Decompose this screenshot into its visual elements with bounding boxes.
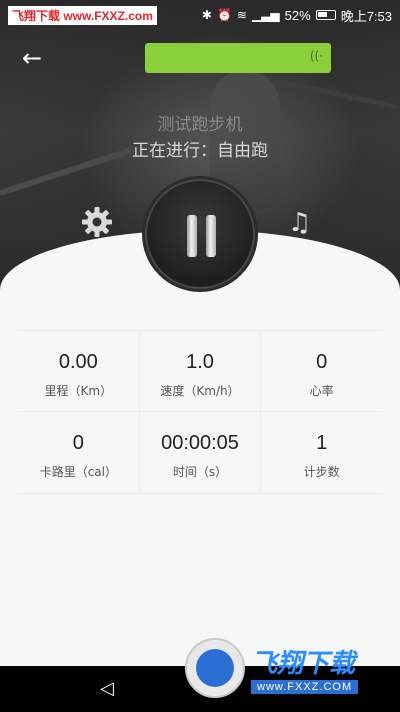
music-button[interactable]: ♫ (288, 208, 318, 238)
alarm-icon: ⏰ (216, 8, 232, 22)
stats-grid: 0.00 里程（Km） 1.0 速度（Km/h） 0 心率 0 卡路里（cal）… (18, 330, 382, 495)
watermark-logo-inner (196, 649, 234, 687)
bluetooth-icon: ✱ (201, 8, 212, 22)
music-note-icon: ♫ (288, 208, 312, 238)
stat-value: 1 (316, 432, 328, 454)
gear-icon (82, 207, 112, 237)
stat-value: 00:00:05 (161, 432, 239, 454)
stat-label: 速度（Km/h） (160, 384, 240, 398)
stat-heart-rate: 0 心率 (261, 331, 382, 411)
stat-value: 0 (72, 432, 84, 454)
stat-label: 里程（Km） (44, 384, 113, 398)
nav-back-button[interactable]: ◁ (100, 678, 114, 699)
stats-row: 0 卡路里（cal） 00:00:05 时间（s） 1 计步数 (18, 412, 382, 494)
stat-steps: 1 计步数 (261, 412, 382, 493)
stat-label: 卡路里（cal） (39, 465, 117, 479)
stat-value: 1.0 (186, 351, 214, 373)
pause-icon (187, 215, 197, 257)
signal-icon: ▁▃▅ (251, 8, 280, 22)
stat-label: 时间（s） (172, 465, 228, 479)
watermark-top: 飞翔下载 www.FXXZ.com (8, 5, 157, 25)
stat-distance: 0.00 里程（Km） (18, 331, 140, 411)
battery-percent: 52% (284, 7, 311, 23)
workout-mode: 正在进行：自由跑 (132, 141, 268, 161)
wifi-icon: ((· (309, 49, 323, 63)
stat-calories: 0 卡路里（cal） (18, 412, 140, 493)
stat-speed: 1.0 速度（Km/h） (140, 331, 262, 411)
watermark-logo-icon (185, 638, 245, 698)
battery-icon (315, 10, 336, 20)
stat-label: 心率 (309, 384, 334, 398)
clock: 晚上7:53 (340, 8, 392, 24)
wifi-icon: ≋ (236, 8, 247, 22)
settings-button[interactable] (80, 205, 114, 239)
watermark-url: www.FXXZ.COM (251, 679, 359, 694)
arrow-left-icon: ← (21, 44, 43, 72)
treadmill-rail (261, 75, 399, 110)
stat-value: 0.00 (58, 351, 98, 373)
device-connection-bar[interactable]: ((· (145, 43, 331, 73)
device-title: 测试跑步机 (157, 115, 243, 135)
status-indicators: ✱ ⏰ ≋ ▁▃▅ 52% 晚上7:53 (202, 6, 392, 25)
pause-icon (206, 215, 216, 257)
watermark-brand: 飞翔下载 (251, 648, 356, 679)
stat-value: 0 (316, 351, 328, 373)
stat-label: 计步数 (303, 465, 340, 479)
stat-time: 00:00:05 时间（s） (140, 412, 262, 493)
watermark-text: 飞翔下载 www.FXXZ.COM (251, 643, 359, 694)
pause-button[interactable] (142, 176, 258, 292)
status-bar: 飞翔下载 www.FXXZ.com ✱ ⏰ ≋ ▁▃▅ 52% 晚上7:53 (0, 0, 400, 30)
watermark-bottom: 飞翔下载 www.FXXZ.COM (185, 636, 395, 700)
stats-row: 0.00 里程（Km） 1.0 速度（Km/h） 0 心率 (18, 330, 382, 412)
back-button[interactable]: ← (18, 44, 46, 72)
